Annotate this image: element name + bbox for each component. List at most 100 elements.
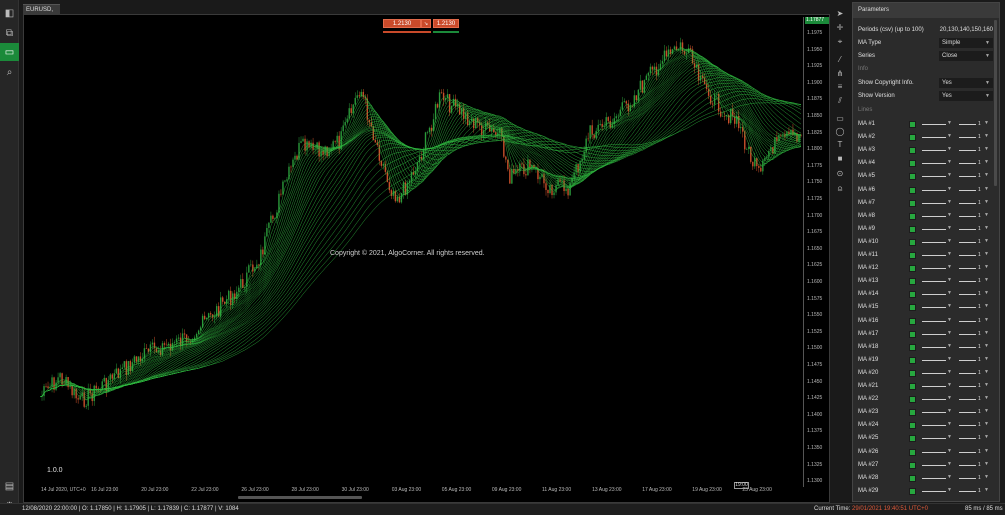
line-tool-icon[interactable]: ⁄	[833, 54, 847, 65]
chevron-down-icon[interactable]: ▼	[947, 251, 952, 257]
chevron-down-icon[interactable]: ▼	[947, 172, 952, 178]
chevron-down-icon[interactable]: ▼	[947, 434, 952, 440]
chevron-down-icon[interactable]: ▼	[947, 212, 952, 218]
ma-line-style[interactable]	[922, 412, 946, 414]
ma-line-width[interactable]	[959, 176, 976, 178]
ma-line-width[interactable]	[959, 451, 976, 453]
chevron-down-icon[interactable]: ▼	[984, 395, 989, 401]
ma-line-width[interactable]	[959, 425, 976, 427]
ma-line-width[interactable]	[959, 490, 976, 492]
time-axis[interactable]: 19:00 14 Jul 2020, UTC+0 16 Jul 23:00 20 J…	[40, 482, 803, 497]
ma-line-width[interactable]	[959, 412, 976, 414]
periods-input[interactable]: 20,130,140,150,160	[939, 25, 993, 35]
chevron-down-icon[interactable]: ▼	[984, 146, 989, 152]
ma-line-width[interactable]	[959, 281, 976, 283]
ma-line-width[interactable]	[959, 372, 976, 374]
chevron-down-icon[interactable]: ▼	[984, 448, 989, 454]
chevron-down-icon[interactable]: ▼	[947, 343, 952, 349]
timezone-value[interactable]: UTC+0	[909, 506, 928, 512]
chevron-down-icon[interactable]: ▼	[984, 238, 989, 244]
chevron-down-icon[interactable]: ▼	[947, 461, 952, 467]
rectangle-icon[interactable]: ▭	[833, 113, 847, 124]
ma-color-swatch[interactable]	[909, 409, 916, 417]
ma-line-width[interactable]	[959, 189, 976, 191]
ma-color-swatch[interactable]	[909, 435, 916, 443]
chevron-down-icon[interactable]: ▼	[947, 277, 952, 283]
chevron-down-icon[interactable]: ▼	[947, 356, 952, 362]
chevron-down-icon[interactable]: ▼	[984, 408, 989, 414]
chevron-down-icon[interactable]: ▼	[984, 317, 989, 323]
ma-color-swatch[interactable]	[909, 147, 916, 155]
chevron-down-icon[interactable]: ▼	[947, 395, 952, 401]
chevron-down-icon[interactable]: ▼	[947, 421, 952, 427]
ma-line-width[interactable]	[959, 359, 976, 361]
chevron-down-icon[interactable]: ▼	[947, 159, 952, 165]
price-axis[interactable]: 1.17877 1.1975 1.1950 1.1925 1.1900 1.1875 1.…	[803, 17, 829, 487]
ma-color-swatch[interactable]	[909, 199, 916, 207]
ma-line-style[interactable]	[922, 451, 946, 453]
ma-color-swatch[interactable]	[909, 461, 916, 469]
chevron-down-icon[interactable]: ▼	[947, 133, 952, 139]
chevron-down-icon[interactable]: ▼	[947, 290, 952, 296]
ma-color-swatch[interactable]	[909, 173, 916, 181]
ma-line-style[interactable]	[922, 176, 946, 178]
chevron-down-icon[interactable]: ▼	[947, 317, 952, 323]
chevron-down-icon[interactable]: ▼	[984, 356, 989, 362]
ma-color-swatch[interactable]	[909, 343, 916, 351]
chevron-down-icon[interactable]: ▼	[984, 199, 989, 205]
show-version-select[interactable]: Yes ▼	[939, 91, 993, 101]
chevron-down-icon[interactable]: ▼	[984, 251, 989, 257]
chevron-down-icon[interactable]: ▼	[984, 303, 989, 309]
ma-line-style[interactable]	[922, 294, 946, 296]
ma-line-width[interactable]	[959, 438, 976, 440]
ma-color-swatch[interactable]	[909, 487, 916, 495]
ma-color-swatch[interactable]	[909, 252, 916, 259]
ma-line-style[interactable]	[922, 359, 946, 361]
ma-line-style[interactable]	[922, 189, 946, 191]
ma-line-style[interactable]	[922, 372, 946, 374]
ma-line-width[interactable]	[959, 228, 976, 230]
chevron-down-icon[interactable]: ▼	[947, 408, 952, 414]
ma-line-width[interactable]	[959, 255, 976, 256]
chevron-down-icon[interactable]: ▼	[984, 120, 989, 126]
chevron-down-icon[interactable]: ▼	[984, 172, 989, 178]
chevron-down-icon[interactable]: ▼	[984, 212, 989, 218]
cursor-icon[interactable]: ➤	[833, 8, 847, 19]
ma-type-select[interactable]: Simple ▼	[939, 38, 993, 48]
ma-color-swatch[interactable]	[909, 356, 916, 364]
ma-line-style[interactable]	[922, 346, 946, 348]
ma-line-width[interactable]	[959, 294, 976, 296]
chevron-down-icon[interactable]: ▼	[947, 199, 952, 205]
ma-line-style[interactable]	[922, 399, 946, 401]
ma-line-style[interactable]	[922, 202, 946, 204]
chevron-down-icon[interactable]: ▼	[984, 382, 989, 388]
ma-line-style[interactable]	[922, 307, 946, 309]
ma-line-width[interactable]	[959, 202, 976, 204]
ma-line-style[interactable]	[922, 228, 946, 230]
ma-line-width[interactable]	[959, 241, 976, 243]
chevron-down-icon[interactable]: ▼	[947, 474, 952, 480]
ma-color-swatch[interactable]	[909, 330, 916, 338]
ma-color-swatch[interactable]	[909, 186, 916, 194]
chevron-down-icon[interactable]: ▼	[984, 343, 989, 349]
chevron-down-icon[interactable]: ▼	[984, 421, 989, 427]
ma-line-width[interactable]	[959, 386, 976, 387]
briefcase-icon[interactable]: ▤	[2, 479, 17, 494]
chevron-down-icon[interactable]: ▼	[947, 186, 952, 192]
ma-line-width[interactable]	[959, 268, 976, 270]
ma-color-swatch[interactable]	[909, 212, 916, 220]
chart-scrollbar[interactable]	[238, 496, 362, 499]
ma-color-swatch[interactable]	[909, 369, 916, 377]
ma-color-swatch[interactable]	[909, 265, 916, 273]
ma-line-width[interactable]	[959, 150, 976, 152]
fibonacci-icon[interactable]: ≡	[833, 81, 847, 92]
chevron-down-icon[interactable]: ▼	[984, 330, 989, 336]
ma-line-width[interactable]	[959, 333, 976, 335]
ma-color-swatch[interactable]	[909, 396, 916, 404]
chevron-down-icon[interactable]: ▼	[984, 461, 989, 467]
chevron-down-icon[interactable]: ▼	[947, 487, 952, 493]
ma-color-swatch[interactable]	[909, 121, 916, 128]
chevron-down-icon[interactable]: ▼	[984, 290, 989, 296]
ma-color-swatch[interactable]	[909, 160, 916, 168]
crosshair-plus-icon[interactable]: ⌖	[833, 36, 847, 47]
